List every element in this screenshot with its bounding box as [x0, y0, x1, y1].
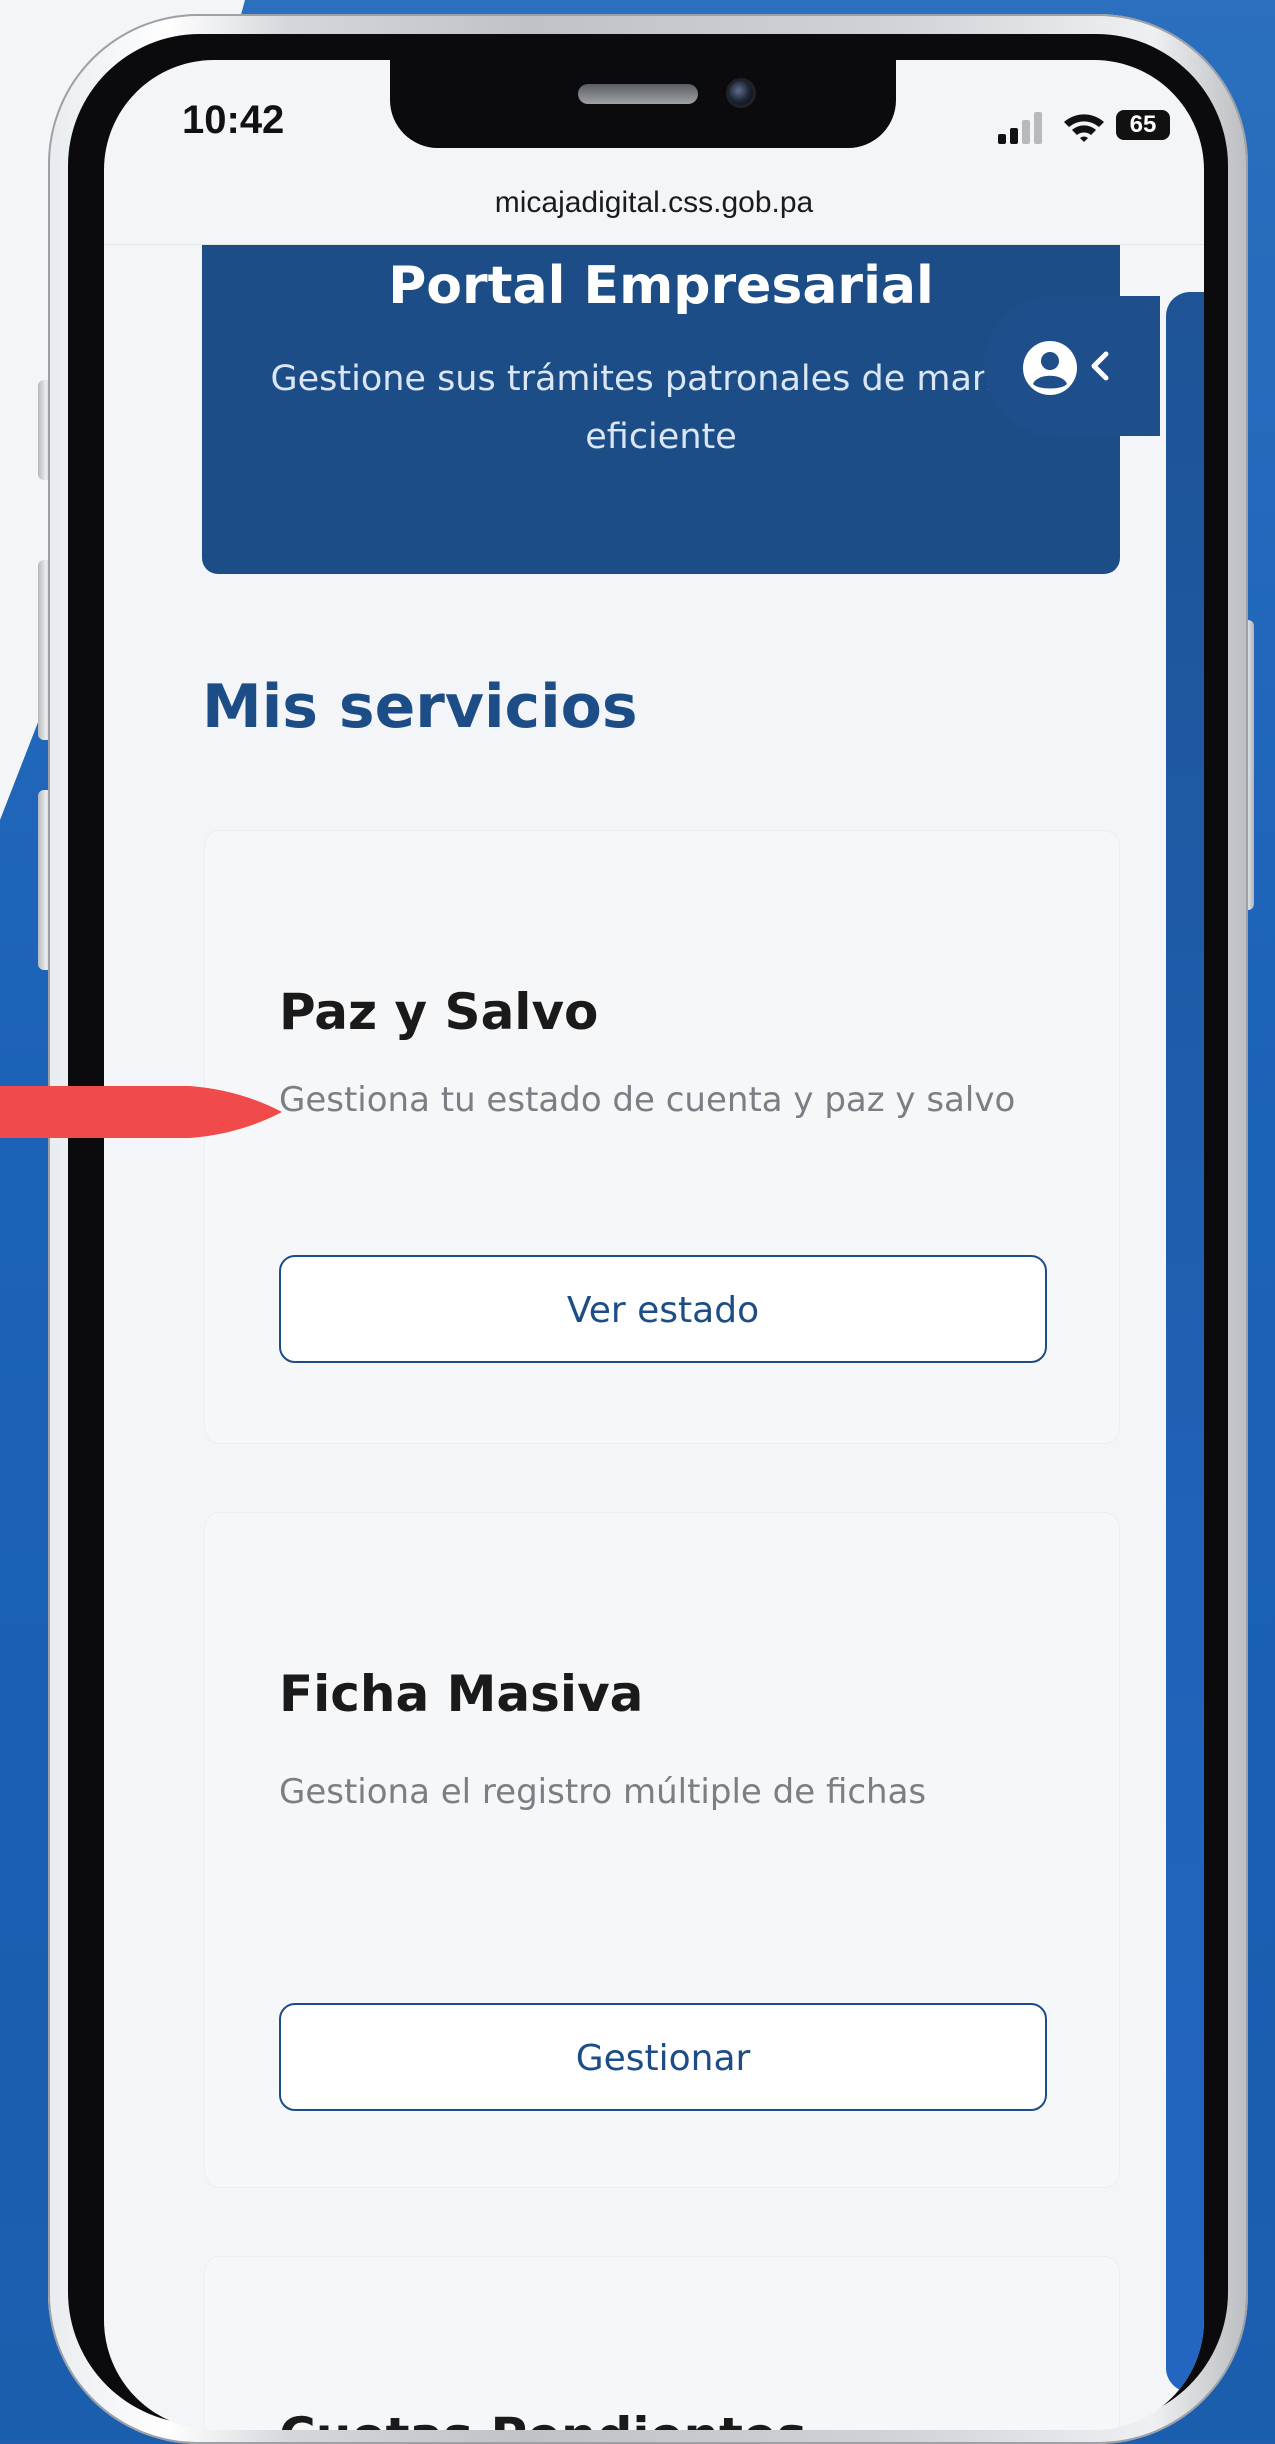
- card-description: Gestiona el registro múltiple de fichas: [279, 1772, 927, 1812]
- side-panel-edge[interactable]: [1166, 292, 1204, 2392]
- wifi-icon: [1064, 114, 1104, 142]
- section-title: Mis servicios: [202, 672, 638, 742]
- hero-subtitle: Gestione sus trámites patronales de mane…: [270, 359, 1052, 457]
- battery-icon: 65: [1116, 110, 1170, 140]
- status-time: 10:42: [182, 98, 285, 142]
- status-bar: 10:42 65: [104, 60, 1204, 180]
- address-bar[interactable]: micajadigital.css.gob.pa: [104, 180, 1204, 245]
- speaker-grille: [578, 84, 698, 104]
- phone-screen: Portal Empresarial Gestione sus trámites…: [104, 60, 1204, 2430]
- front-camera: [726, 78, 756, 108]
- user-circle-icon: [1023, 341, 1077, 395]
- hero-banner: Portal Empresarial Gestione sus trámites…: [202, 244, 1120, 574]
- gestionar-button[interactable]: Gestionar: [279, 2003, 1047, 2111]
- card-title: Ficha Masiva: [279, 1665, 644, 1723]
- service-card-ficha-masiva: Ficha Masiva Gestiona el registro múltip…: [204, 1512, 1120, 2188]
- card-title: Paz y Salvo: [279, 983, 599, 1041]
- side-panel-toggle-button[interactable]: [984, 296, 1160, 436]
- service-card-paz-y-salvo: Paz y Salvo Gestiona tu estado de cuenta…: [204, 830, 1120, 1444]
- hero-title: Portal Empresarial: [388, 256, 934, 316]
- card-title: Cuotas Pendientes: [279, 2407, 807, 2430]
- card-description: Gestiona tu estado de cuenta y paz y sal…: [279, 1080, 1016, 1120]
- phone-notch: [390, 60, 896, 148]
- ver-estado-button[interactable]: Ver estado: [279, 1255, 1047, 1363]
- service-card-cuotas-pendientes: Cuotas Pendientes: [204, 2256, 1120, 2430]
- chevron-left-icon: [1091, 351, 1109, 381]
- red-pointer-arrow: [0, 1086, 282, 1138]
- status-icons: 65: [998, 108, 1170, 144]
